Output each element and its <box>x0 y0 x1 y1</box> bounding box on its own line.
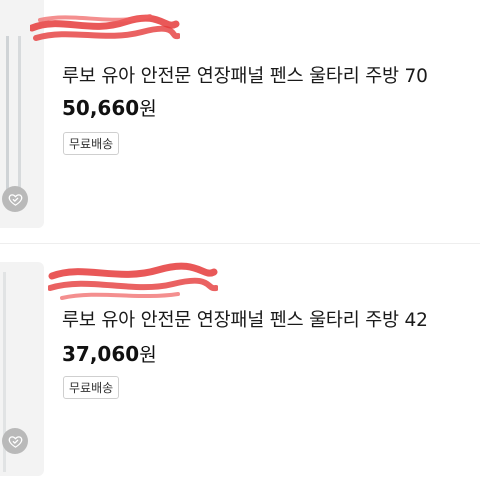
heart-check-icon <box>8 435 22 448</box>
wishlist-button[interactable] <box>2 186 28 212</box>
redaction-scribble <box>48 262 218 300</box>
redaction-scribble <box>30 14 180 41</box>
product-card[interactable]: 루보 유아 안전문 연장패널 펜스 울타리 주방 70 50,660원 무료배송 <box>0 0 480 236</box>
price-currency: 원 <box>139 344 157 366</box>
thumbnail-detail <box>6 36 9 196</box>
product-price: 37,060원 <box>62 340 157 367</box>
price-currency: 원 <box>139 98 157 120</box>
free-shipping-badge: 무료배송 <box>63 376 120 399</box>
product-card[interactable]: 루보 유아 안전문 연장패널 펜스 울타리 주방 42 37,060원 무료배송 <box>0 252 480 480</box>
product-price: 50,660원 <box>62 94 157 121</box>
heart-check-icon <box>8 193 22 206</box>
free-shipping-badge: 무료배송 <box>63 132 120 155</box>
price-value: 50,660 <box>62 96 140 120</box>
wishlist-button[interactable] <box>2 428 28 454</box>
price-value: 37,060 <box>62 342 140 366</box>
list-divider <box>0 243 480 244</box>
product-title[interactable]: 루보 유아 안전문 연장패널 펜스 울타리 주방 42 <box>62 306 428 332</box>
thumbnail-detail <box>18 36 21 196</box>
product-title[interactable]: 루보 유아 안전문 연장패널 펜스 울타리 주방 70 <box>62 62 428 88</box>
